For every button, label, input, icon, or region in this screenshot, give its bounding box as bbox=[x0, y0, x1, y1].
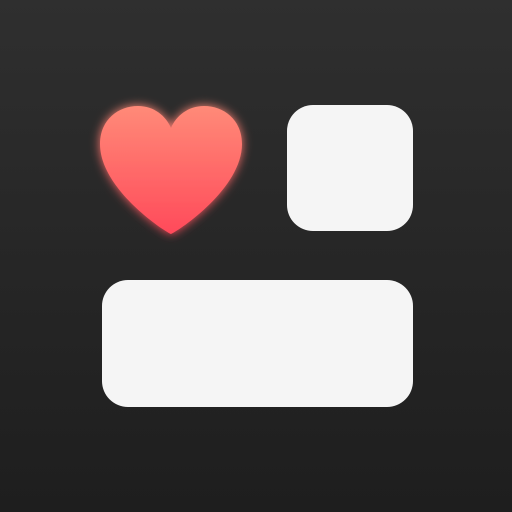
small-widget-tile bbox=[287, 105, 413, 231]
app-icon bbox=[0, 0, 512, 512]
wide-widget-tile bbox=[102, 280, 413, 407]
heart-shape bbox=[100, 106, 242, 234]
heart-icon bbox=[90, 96, 252, 244]
